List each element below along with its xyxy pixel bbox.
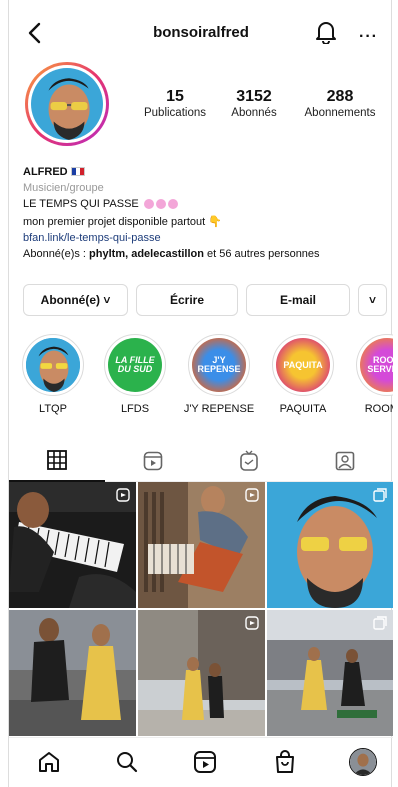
stat-value: 288 bbox=[326, 88, 354, 105]
highlight-paquita[interactable]: PAQUITA PAQUITA bbox=[263, 334, 343, 415]
search-icon bbox=[117, 752, 138, 773]
stat-posts[interactable]: 15 Publications bbox=[139, 88, 211, 119]
highlight-label: J'Y REPENSE bbox=[183, 403, 255, 415]
highlight-lfds[interactable]: LA FILLE DU SUD LFDS bbox=[95, 334, 175, 415]
reel-badge-icon bbox=[245, 616, 259, 630]
stat-value: 3152 bbox=[236, 88, 272, 105]
stat-label: Abonnements bbox=[304, 107, 376, 119]
posts-grid bbox=[9, 482, 393, 736]
highlight-cover: PAQUITA bbox=[276, 338, 330, 392]
more-options-button[interactable]: ··· bbox=[359, 28, 378, 46]
reel-badge-icon bbox=[245, 488, 259, 502]
post-thumbnail[interactable] bbox=[138, 610, 265, 736]
highlight-label: PAQUITA bbox=[279, 403, 327, 415]
shop-icon bbox=[276, 750, 294, 773]
carousel-badge-icon bbox=[373, 616, 387, 630]
nav-home[interactable] bbox=[35, 748, 63, 776]
tab-igtv[interactable] bbox=[201, 440, 297, 482]
highlight-ltqp[interactable]: LTQP bbox=[13, 334, 93, 415]
reels-icon bbox=[143, 451, 163, 471]
tagged-icon bbox=[335, 451, 355, 471]
profile-tabs bbox=[9, 440, 393, 482]
post-thumbnail[interactable] bbox=[138, 482, 265, 608]
stat-label: Publications bbox=[143, 107, 206, 119]
carousel-badge-icon bbox=[373, 488, 387, 502]
post-thumbnail[interactable] bbox=[9, 482, 136, 608]
story-highlights: LTQP LA FILLE DU SUD LFDS J'Y REPENSE J'… bbox=[9, 334, 393, 424]
profile-photo bbox=[31, 68, 103, 140]
profile-category: Musicien/groupe bbox=[23, 182, 104, 194]
bio-link[interactable]: bfan.link/le-temps-qui-passe bbox=[23, 230, 387, 246]
highlight-jy-repense[interactable]: J'Y REPENSE J'Y REPENSE bbox=[179, 334, 259, 415]
nav-shop[interactable] bbox=[271, 748, 299, 776]
pink-circle-emojis bbox=[142, 198, 178, 214]
stat-label: Abonnés bbox=[231, 107, 277, 119]
highlight-label: ROOM S bbox=[364, 403, 393, 415]
profile-stats: 15 Publications 3152 Abonnés 288 Abonnem… bbox=[139, 88, 385, 119]
post-thumbnail[interactable] bbox=[267, 610, 393, 736]
stat-followers[interactable]: 3152 Abonnés bbox=[211, 88, 297, 119]
tab-grid[interactable] bbox=[9, 440, 105, 482]
suggestions-dropdown-button[interactable]: ˅ bbox=[358, 284, 387, 316]
bottom-navigation bbox=[9, 737, 393, 787]
highlight-cover: ROOM SERVICE bbox=[360, 338, 393, 392]
post-thumbnail[interactable] bbox=[267, 482, 393, 608]
profile-avatar bbox=[350, 749, 376, 775]
message-button[interactable]: Écrire bbox=[136, 284, 238, 316]
highlight-cover: LA FILLE DU SUD bbox=[108, 338, 162, 392]
highlight-cover: J'Y REPENSE bbox=[192, 338, 246, 392]
home-icon bbox=[39, 752, 59, 772]
following-button[interactable]: Abonné(e) ˅ bbox=[23, 284, 128, 316]
email-button[interactable]: E-mail bbox=[246, 284, 350, 316]
france-flag-icon bbox=[70, 167, 85, 176]
nav-search[interactable] bbox=[113, 748, 141, 776]
profile-avatar[interactable] bbox=[25, 62, 109, 146]
notifications-button[interactable] bbox=[315, 20, 339, 46]
bio-line-1: LE TEMPS QUI PASSE bbox=[23, 198, 139, 210]
reels-icon bbox=[194, 751, 216, 773]
nav-reels[interactable] bbox=[191, 748, 219, 776]
top-bar: bonsoiralfred ··· bbox=[9, 16, 393, 50]
highlight-room-service[interactable]: ROOM SERVICE ROOM S bbox=[347, 334, 393, 415]
bio-line-2: mon premier projet disponible partout 👇 bbox=[23, 216, 222, 228]
highlight-label: LFDS bbox=[120, 403, 150, 415]
nav-profile[interactable] bbox=[349, 748, 377, 776]
stat-following[interactable]: 288 Abonnements bbox=[297, 88, 383, 119]
bell-icon bbox=[316, 22, 336, 45]
profile-bio: ALFRED Musicien/groupe LE TEMPS QUI PASS… bbox=[23, 164, 387, 262]
profile-actions: Abonné(e) ˅ Écrire E-mail ˅ bbox=[23, 284, 387, 316]
highlight-label: LTQP bbox=[39, 403, 67, 415]
grid-icon bbox=[47, 450, 67, 470]
igtv-icon bbox=[240, 450, 258, 471]
tab-reels[interactable] bbox=[105, 440, 201, 482]
stat-value: 15 bbox=[166, 88, 184, 105]
reel-badge-icon bbox=[116, 488, 130, 502]
post-thumbnail[interactable] bbox=[9, 610, 136, 736]
highlight-cover bbox=[26, 338, 80, 392]
app-frame: bonsoiralfred ··· 15 Publications 3152 A… bbox=[8, 0, 393, 787]
tab-tagged[interactable] bbox=[297, 440, 393, 482]
followed-by[interactable]: Abonné(e)s : phyltm, adelecastillon et 5… bbox=[23, 246, 387, 262]
profile-display-name: ALFRED bbox=[23, 166, 68, 178]
